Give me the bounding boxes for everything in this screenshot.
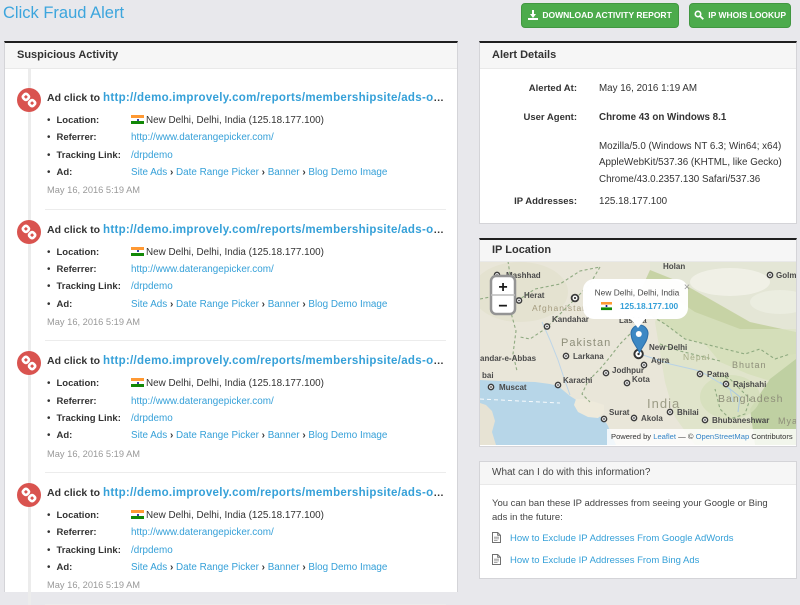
svg-text:Patna: Patna <box>707 370 729 379</box>
svg-text:Kota: Kota <box>632 375 650 384</box>
svg-text:125.18.177.100: 125.18.177.100 <box>620 301 679 311</box>
svg-text:andar-e-Abbas: andar-e-Abbas <box>480 354 537 363</box>
svg-text:Holan: Holan <box>663 262 685 271</box>
svg-text:Rajshahi: Rajshahi <box>733 380 766 389</box>
svg-text:Karachi: Karachi <box>563 376 592 385</box>
svg-text:Powered by Leaflet — © OpenStr: Powered by Leaflet — © OpenStreetMap Con… <box>611 432 793 441</box>
svg-text:Afghanistan: Afghanistan <box>532 303 588 313</box>
svg-text:Pakistan: Pakistan <box>561 337 611 349</box>
svg-text:Larkana: Larkana <box>573 352 604 361</box>
svg-text:−: − <box>498 298 507 315</box>
svg-text:Bhutan: Bhutan <box>732 360 767 370</box>
svg-text:New Delhi: New Delhi <box>649 343 687 352</box>
svg-text:Agra: Agra <box>651 356 670 365</box>
svg-text:Kandahar: Kandahar <box>552 315 589 324</box>
svg-text:India: India <box>647 396 680 411</box>
svg-text:Myanm: Myanm <box>778 416 796 426</box>
svg-text:Jodhpur: Jodhpur <box>612 366 644 375</box>
svg-text:Bhubaneshwar: Bhubaneshwar <box>712 416 769 425</box>
svg-text:New Delhi, Delhi, India: New Delhi, Delhi, India <box>595 288 680 298</box>
svg-text:+: + <box>498 279 507 296</box>
svg-text:Golm: Golm <box>776 271 796 280</box>
svg-text:Nepal: Nepal <box>683 352 710 362</box>
svg-text:Akola: Akola <box>641 414 663 423</box>
svg-text:bai: bai <box>482 371 494 380</box>
svg-text:Muscat: Muscat <box>499 383 527 392</box>
svg-text:×: × <box>684 282 690 294</box>
svg-text:Bangladesh: Bangladesh <box>718 393 783 405</box>
svg-text:Bhilai: Bhilai <box>677 408 699 417</box>
svg-text:Surat: Surat <box>609 408 630 417</box>
svg-text:Herat: Herat <box>524 291 545 300</box>
